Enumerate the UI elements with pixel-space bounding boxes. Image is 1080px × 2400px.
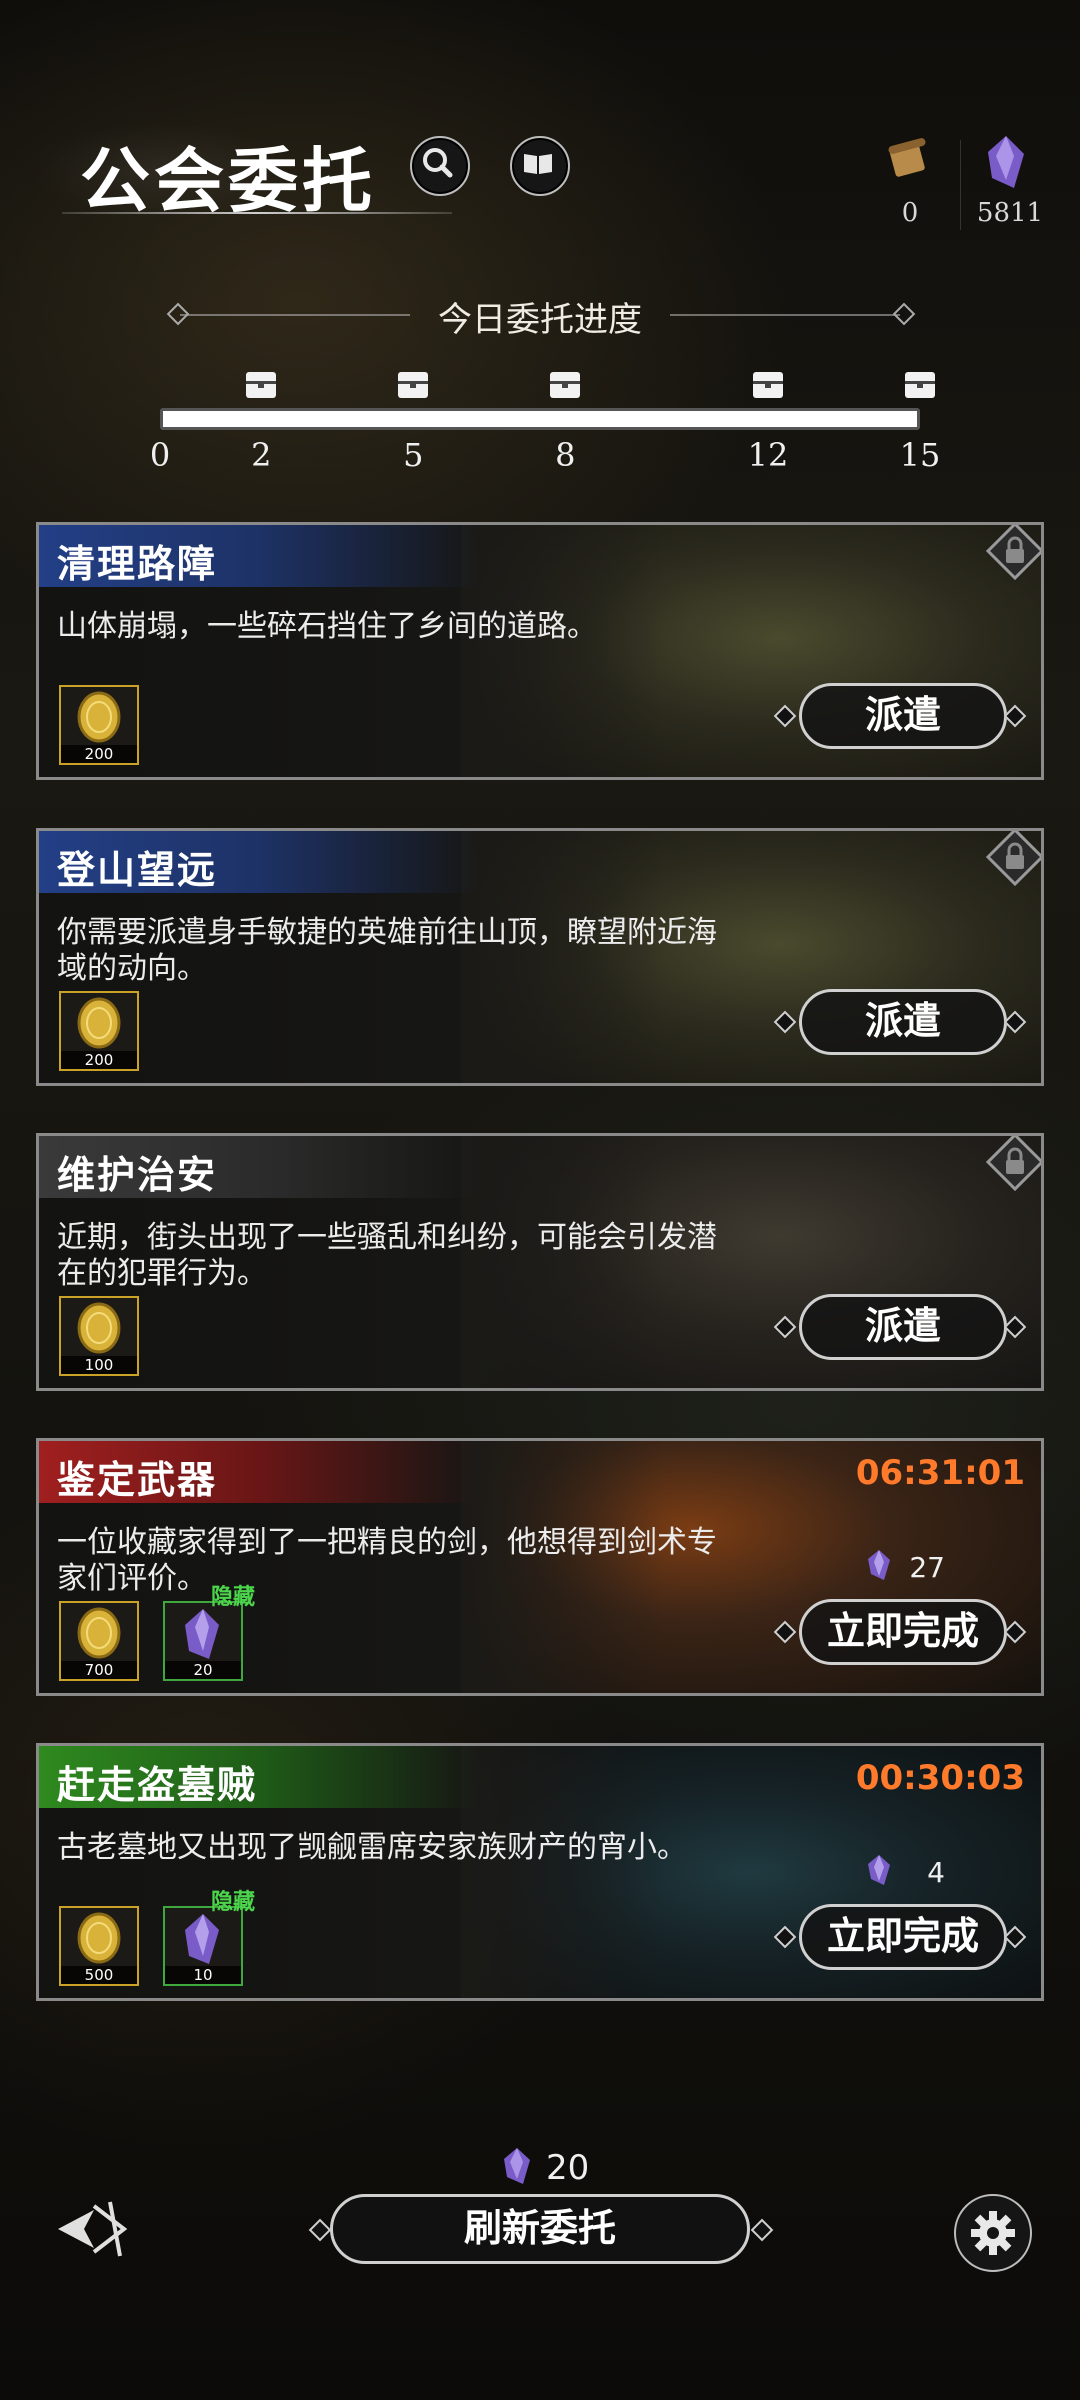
quest-title: 清理路障 <box>57 541 218 586</box>
quest-card[interactable]: 维护治安近期，街头出现了一些骚乱和纠纷，可能会引发潜在的犯罪行为。 100 派遣 <box>36 1133 1044 1391</box>
scroll-icon <box>888 138 926 177</box>
complete-cost: 27 <box>909 1551 945 1584</box>
gold-coin-icon <box>77 691 121 743</box>
quest-title: 维护治安 <box>57 1152 218 1197</box>
quest-title: 鉴定武器 <box>57 1457 218 1502</box>
quest-description: 古老墓地又出现了觊觎雷席安家族财产的宵小。 <box>57 1830 687 1865</box>
refresh-deco-right <box>750 2218 774 2242</box>
reward-amount: 700 <box>61 1661 137 1679</box>
quest-card[interactable]: 鉴定武器一位收藏家得到了一把精良的剑，他想得到剑术专家们评价。 700 20 隐藏立即… <box>36 1438 1044 1696</box>
quest-description: 你需要派遣身手敏捷的英雄前往山顶，瞭望附近海域的动向。 <box>57 915 717 986</box>
milestone-label: 12 <box>747 436 789 474</box>
refresh-cost: 20 <box>546 2148 590 2188</box>
back-arrow-icon <box>58 2201 128 2257</box>
reward-amount: 20 <box>165 1661 241 1679</box>
quest-title: 登山望远 <box>57 847 218 892</box>
milestone-label: 8 <box>555 436 576 474</box>
quest-card[interactable]: 赶走盗墓贼古老墓地又出现了觊觎雷席安家族财产的宵小。 500 10 隐藏立即完成 00:… <box>36 1743 1044 2001</box>
milestone-chest-icon[interactable] <box>750 366 786 402</box>
gem-icon <box>185 1609 219 1659</box>
milestone-label: 2 <box>251 436 272 474</box>
dispatch-button[interactable]: 派遣 <box>799 683 1007 749</box>
milestone-chest-icon[interactable] <box>902 366 938 402</box>
scroll-count: 0 <box>901 198 919 228</box>
complete-now-button[interactable]: 立即完成 <box>799 1599 1007 1665</box>
lock-icon <box>985 831 1041 887</box>
gold-coin-reward[interactable]: 100 <box>59 1296 139 1376</box>
reward-amount: 10 <box>165 1966 241 1984</box>
quest-description: 近期，街头出现了一些骚乱和纠纷，可能会引发潜在的犯罪行为。 <box>57 1220 717 1291</box>
dispatch-button[interactable]: 派遣 <box>799 1294 1007 1360</box>
lock-icon <box>985 1136 1041 1192</box>
quest-description: 山体崩塌，一些碎石挡住了乡间的道路。 <box>57 609 597 644</box>
gold-coin-icon <box>77 997 121 1049</box>
progress-bar <box>160 408 920 430</box>
quest-card[interactable]: 登山望远你需要派遣身手敏捷的英雄前往山顶，瞭望附近海域的动向。 200 派遣 <box>36 828 1044 1086</box>
gold-coin-reward[interactable]: 200 <box>59 991 139 1071</box>
reward-amount: 200 <box>61 1051 137 1069</box>
gem-icon <box>988 136 1024 188</box>
reward-amount: 500 <box>61 1966 137 1984</box>
milestone-chest-icon[interactable] <box>243 366 279 402</box>
gear-icon <box>971 2211 1015 2255</box>
settings-button[interactable] <box>954 2194 1032 2272</box>
codex-button[interactable] <box>510 136 570 196</box>
milestone-chest-icon[interactable] <box>395 366 431 402</box>
dispatch-button[interactable]: 派遣 <box>799 989 1007 1055</box>
cost-gem-icon <box>867 1549 891 1581</box>
hidden-reward-tag: 隐藏 <box>211 1584 256 1610</box>
milestone-label: 5 <box>403 436 424 474</box>
quest-title: 赶走盗墓贼 <box>57 1762 258 1807</box>
gem-reward[interactable]: 20 <box>163 1601 243 1681</box>
gem-count: 5811 <box>976 198 1044 228</box>
deco-diamond <box>166 302 190 326</box>
quest-card[interactable]: 清理路障山体崩塌，一些碎石挡住了乡间的道路。 200 派遣 <box>36 522 1044 780</box>
refresh-quests-button[interactable]: 刷新委托 <box>330 2194 750 2264</box>
gold-coin-reward[interactable]: 700 <box>59 1601 139 1681</box>
complete-now-button[interactable]: 立即完成 <box>799 1904 1007 1970</box>
search-button[interactable] <box>410 136 470 196</box>
progress-start-label: 0 <box>149 436 171 474</box>
magnifier-icon <box>423 148 453 178</box>
gold-coin-icon <box>77 1302 121 1354</box>
deco-diamond <box>892 302 916 326</box>
gold-coin-reward[interactable]: 200 <box>59 685 139 765</box>
complete-cost: 4 <box>927 1856 945 1889</box>
gem-reward[interactable]: 10 <box>163 1906 243 1986</box>
refresh-cost-gem-icon <box>504 2148 530 2184</box>
quest-description: 一位收藏家得到了一把精良的剑，他想得到剑术专家们评价。 <box>57 1525 717 1596</box>
gold-coin-icon <box>77 1607 121 1659</box>
milestone-chest-icon[interactable] <box>547 366 583 402</box>
back-button[interactable] <box>54 2196 140 2262</box>
reward-amount: 200 <box>61 745 137 763</box>
gem-icon <box>185 1914 219 1964</box>
quest-timer: 06:31:01 <box>855 1453 1025 1493</box>
reward-amount: 100 <box>61 1356 137 1374</box>
refresh-deco-left <box>308 2218 332 2242</box>
progress-title: 今日委托进度 <box>438 300 642 340</box>
title-underline <box>62 212 452 214</box>
page-title: 公会委托 <box>80 139 376 222</box>
hidden-reward-tag: 隐藏 <box>211 1889 256 1915</box>
cost-gem-icon <box>867 1854 891 1886</box>
gold-coin-icon <box>77 1912 121 1964</box>
lock-icon <box>985 525 1041 581</box>
quest-timer: 00:30:03 <box>855 1758 1025 1798</box>
book-icon <box>524 154 552 174</box>
gold-coin-reward[interactable]: 500 <box>59 1906 139 1986</box>
resource-divider <box>960 140 961 230</box>
milestone-label: 15 <box>899 436 941 474</box>
